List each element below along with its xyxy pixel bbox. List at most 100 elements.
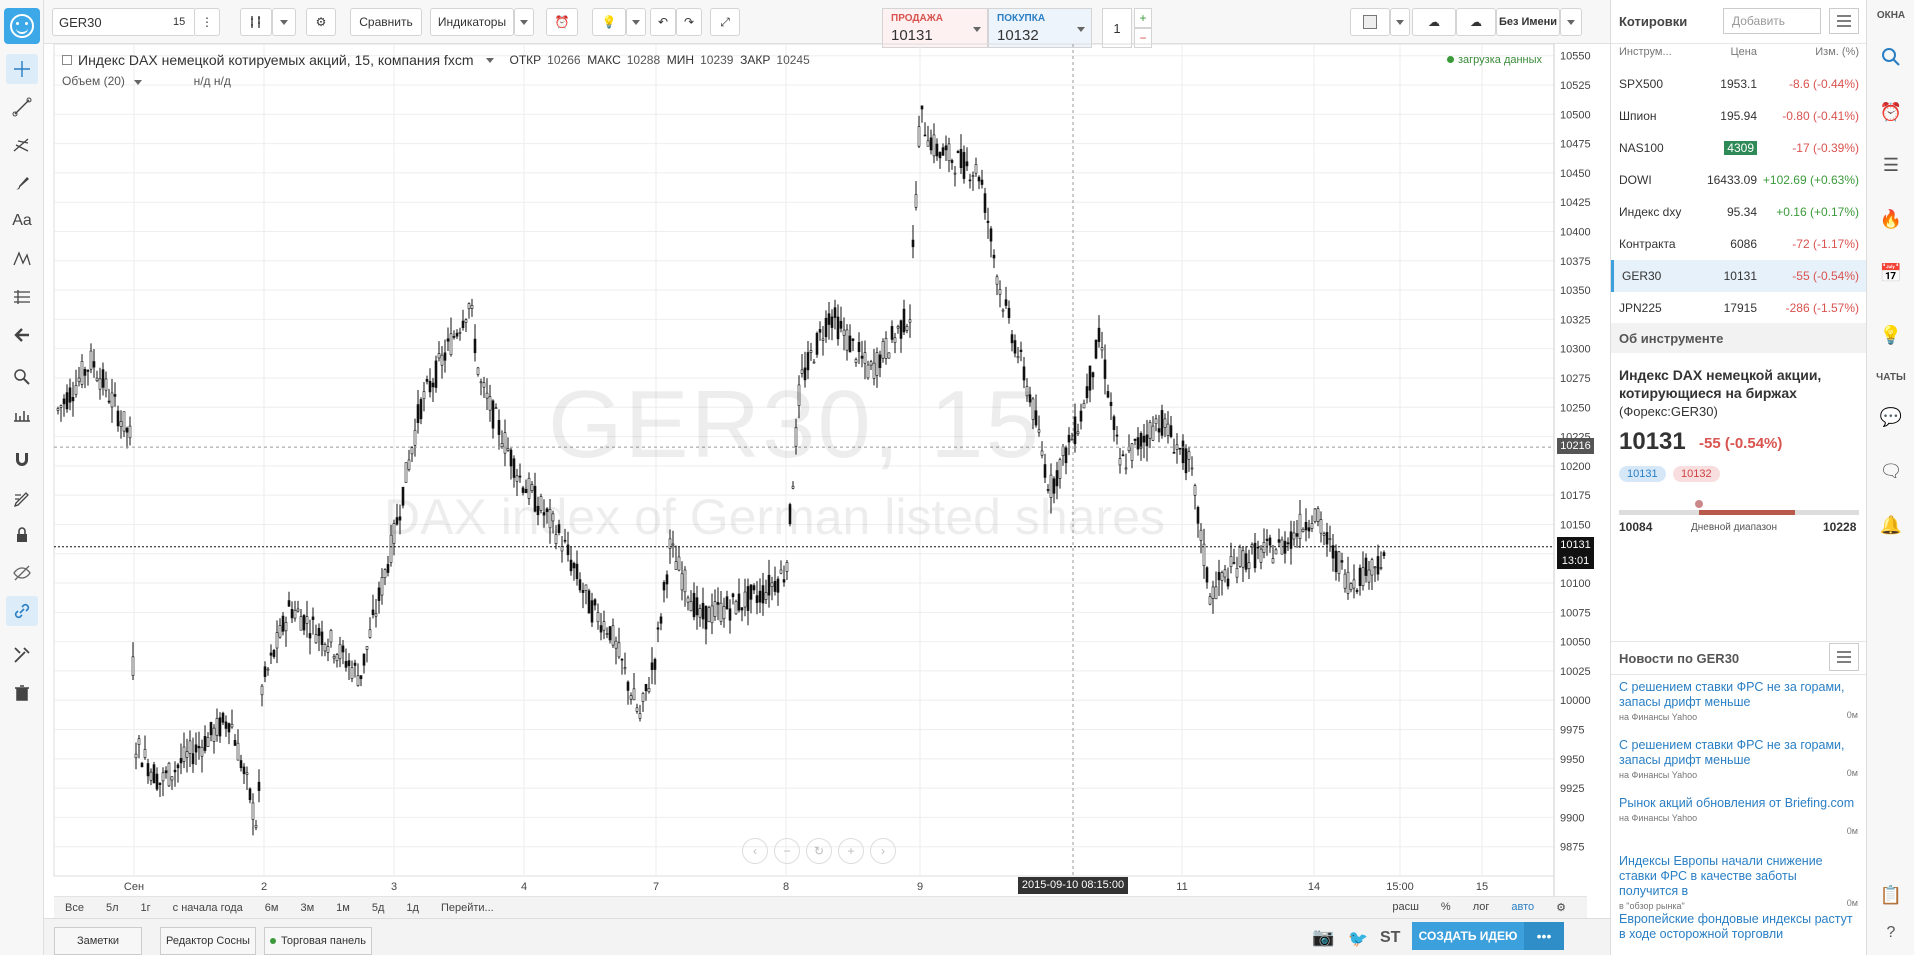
calendar-icon[interactable]: 📅 [1867,254,1914,292]
scale-option[interactable]: расш [1381,901,1430,914]
alert-icon[interactable]: ⏰ [546,8,578,36]
scale-option[interactable]: авто [1500,901,1545,914]
scale-option[interactable]: % [1430,901,1462,914]
col-change[interactable]: Изм. (%) [1815,46,1859,58]
series-title[interactable]: Индекс DAX немецкой котируемых акций, 15… [78,52,474,68]
buy-caret[interactable] [1077,27,1085,32]
tools-icon[interactable] [6,640,38,670]
help-icon[interactable]: ? [1867,914,1914,952]
cloud-save-icon[interactable]: ☁ [1456,8,1496,36]
logo-icon[interactable] [4,8,40,44]
measure-icon[interactable] [6,400,38,430]
watchlist-row[interactable]: SPX500 1953.1 -8.6 (-0.44%) [1611,68,1867,100]
news-headline[interactable]: Рынок акций обновления от Briefing.com [1619,796,1859,811]
sell-button[interactable]: ПРОДАЖА 10131 [882,8,988,48]
twitter-icon[interactable]: 🐦 [1348,929,1368,949]
compare-button[interactable]: Сравнить [350,8,422,36]
watchlist-row[interactable]: DOWI 16433.09 +102.69 (+0.63%) [1611,164,1867,196]
col-price[interactable]: Цена [1731,46,1757,58]
series-title-caret[interactable] [485,57,494,63]
volume-title[interactable]: Объем (20) [62,74,125,88]
chart-style-icon[interactable] [240,8,272,36]
pattern-tool-icon[interactable] [6,244,38,274]
news-item[interactable]: Европейские фондовые индексы растут в хо… [1619,912,1859,942]
scroll-right-icon[interactable]: › [870,838,896,864]
news-headline[interactable]: Индексы Европы начали снижение ставки ФР… [1619,854,1859,899]
scale-option[interactable]: лог [1462,901,1501,914]
indicators-caret[interactable] [514,8,534,36]
layout-name[interactable]: Без Имени [1496,8,1560,36]
ideas-bulb-icon[interactable]: 💡 [1867,316,1914,354]
publish-idea-button[interactable]: СОЗДАТЬ ИДЕЮ [1412,922,1524,950]
chart-style-caret[interactable] [272,8,296,36]
range-item[interactable]: 1д [395,902,430,914]
cloud-load-icon[interactable]: ☁ [1412,8,1456,36]
range-item[interactable]: 1г [130,902,162,914]
pine-editor-tab[interactable]: Редактор Сосны [160,927,256,955]
sell-caret[interactable] [973,27,981,32]
order-panel-icon[interactable]: 📋 [1867,876,1914,914]
quantity-minus-icon[interactable]: − [1134,28,1152,48]
news-headline[interactable]: Европейские фондовые индексы растут в хо… [1619,912,1859,942]
layout-name-caret[interactable] [1560,8,1582,36]
add-symbol-input[interactable]: Добавить [1723,8,1821,34]
watchlist-row[interactable]: JPN225 17915 -286 (-1.57%) [1611,292,1867,324]
interval-menu-icon[interactable]: ⋮ [194,8,220,36]
sync-drawings-icon[interactable] [6,596,38,626]
details-header[interactable]: Об инструменте [1611,323,1867,353]
col-symbol[interactable]: Инструм... [1619,46,1672,58]
stay-drawing-icon[interactable] [6,484,38,514]
watchlist-row[interactable]: GER30 10131 -55 (-0.54%) [1611,260,1867,292]
trading-panel-tab[interactable]: Торговая панель [264,927,372,955]
range-item[interactable]: с начала года [162,902,254,914]
quantity-plus-icon[interactable]: + [1134,8,1152,28]
indicators-button[interactable]: Индикаторы [430,8,514,36]
symbol-input[interactable]: GER30 [59,15,102,30]
watchlist-row[interactable]: Шпион 195.94 -0.80 (-0.41%) [1611,100,1867,132]
idea-bulb-icon[interactable]: 💡 [592,8,626,36]
range-item[interactable]: 6м [254,902,290,914]
range-item[interactable]: Перейти... [430,902,505,914]
range-settings-icon[interactable]: ⚙ [1545,901,1577,914]
pitchfork-tool-icon[interactable] [6,130,38,160]
news-item[interactable]: Индексы Европы начали снижение ставки ФР… [1619,854,1859,914]
news-item[interactable]: С решением ставки ФРС не за горами, запа… [1619,738,1859,783]
lock-icon[interactable] [6,520,38,550]
reset-icon[interactable]: ↻ [806,838,832,864]
interval-value[interactable]: 15 [173,16,185,28]
alerts-clock-icon[interactable]: ⏰ [1867,93,1914,131]
collapse-legend-icon[interactable] [62,55,72,65]
brush-tool-icon[interactable] [6,168,38,198]
news-headline[interactable]: С решением ставки ФРС не за горами, запа… [1619,680,1859,710]
magnet-icon[interactable] [6,444,38,474]
data-window-icon[interactable]: ☰ [1867,146,1914,184]
redo-icon[interactable]: ↷ [676,8,702,36]
scroll-left-icon[interactable]: ‹ [742,838,768,864]
buy-button[interactable]: ПОКУПКА 10132 [988,8,1092,48]
range-item[interactable]: 1м [325,902,361,914]
zoom-in-icon[interactable]: + [838,838,864,864]
camera-icon[interactable]: 📷 [1312,927,1334,948]
hotlist-fire-icon[interactable]: 🔥 [1867,200,1914,238]
watchlist-icon[interactable] [1867,38,1914,76]
notes-tab[interactable]: Заметки [54,927,142,955]
range-item[interactable]: 5л [95,902,130,914]
trendline-tool-icon[interactable] [6,92,38,122]
settings-gear-icon[interactable]: ⚙ [306,8,336,36]
undo-icon[interactable]: ↶ [650,8,676,36]
idea-caret[interactable] [626,8,646,36]
watchlist-row[interactable]: Индекс dxy 95.34 +0.16 (+0.17%) [1611,196,1867,228]
symbol-search[interactable]: GER30 15 [52,8,196,36]
news-item[interactable]: С решением ставки ФРС не за горами, запа… [1619,680,1859,725]
text-tool-icon[interactable]: Aa [6,206,38,236]
arrow-tool-icon[interactable] [6,320,38,350]
trash-icon[interactable] [6,678,38,708]
news-item[interactable]: Рынок акций обновления от Briefing.com на… [1619,796,1859,826]
notifications-bell-icon[interactable]: 🔔 [1867,506,1914,544]
watchlist-row[interactable]: Контракта 6086 -72 (-1.17%) [1611,228,1867,260]
range-item[interactable]: 5д [361,902,396,914]
watchlist-menu-icon[interactable] [1829,8,1859,34]
zoom-out-icon[interactable]: − [774,838,800,864]
news-menu-icon[interactable] [1829,643,1859,671]
fib-tool-icon[interactable] [6,282,38,312]
